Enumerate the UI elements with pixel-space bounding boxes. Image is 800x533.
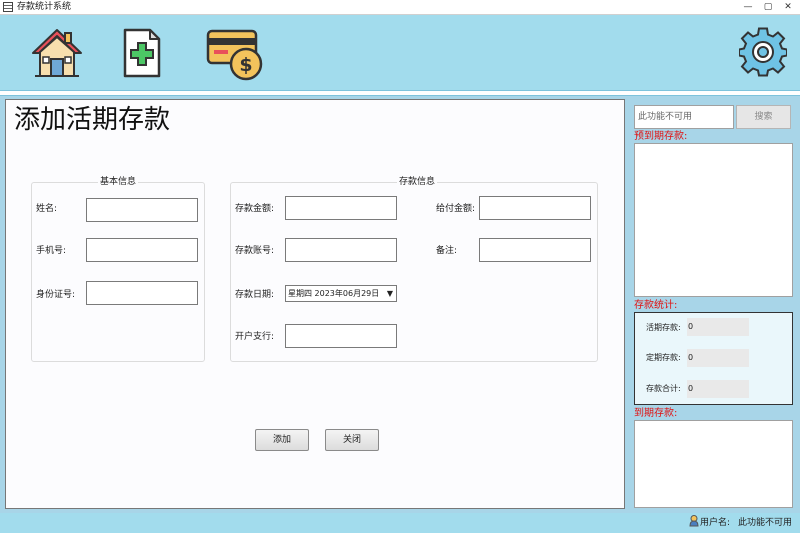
stats-panel: 活期存款: 0 定期存款: 0 存款合计: 0 — [634, 312, 793, 405]
gear-icon[interactable] — [738, 26, 788, 81]
branch-label: 开户支行: — [235, 332, 275, 342]
close-window-button[interactable]: ✕ — [778, 0, 798, 14]
add-document-icon[interactable] — [122, 27, 162, 82]
due-list[interactable] — [634, 420, 793, 508]
home-icon[interactable] — [31, 27, 83, 82]
deposit-date-label: 存款日期: — [235, 290, 275, 300]
status-bar: 用户名: 此功能不可用 — [0, 513, 800, 533]
fixed-deposit-value: 0 — [687, 349, 749, 367]
fixed-deposit-label: 定期存款: — [646, 353, 681, 362]
current-deposit-label: 活期存款: — [646, 323, 681, 332]
deposit-amount-field[interactable] — [285, 196, 397, 220]
due-soon-heading: 预到期存款: — [634, 131, 688, 142]
deposit-info-title: 存款信息 — [397, 176, 438, 188]
basic-info-title: 基本信息 — [98, 176, 139, 188]
id-number-field[interactable] — [86, 281, 198, 305]
total-deposit-value: 0 — [687, 380, 749, 398]
due-heading: 到期存款: — [634, 408, 678, 419]
deposit-account-field[interactable] — [285, 238, 397, 262]
id-number-label: 身份证号: — [36, 290, 76, 300]
pay-amount-label: 给付金额: — [436, 204, 476, 214]
total-deposit-label: 存款合计: — [646, 384, 681, 393]
minimize-button[interactable]: — — [738, 0, 758, 14]
deposit-amount-label: 存款金额: — [235, 204, 275, 214]
add-button[interactable]: 添加 — [255, 429, 309, 451]
username-value: 此功能不可用 — [738, 518, 793, 528]
app-icon — [3, 2, 13, 12]
close-button[interactable]: 关闭 — [325, 429, 379, 451]
note-field[interactable] — [479, 238, 591, 262]
deposit-date-value: 星期四 2023年06月29日 — [288, 289, 380, 298]
search-input[interactable]: 此功能不可用 — [634, 105, 734, 129]
credit-card-dollar-icon[interactable]: $ — [206, 27, 266, 84]
title-bar: 存款统计系统 — ▢ ✕ — [0, 0, 800, 15]
form-panel: 添加活期存款 基本信息 姓名: 手机号: 身份证号: 存款信息 存款金额: 给付… — [5, 99, 625, 509]
pay-amount-field[interactable] — [479, 196, 591, 220]
toolbar-separator — [0, 90, 800, 96]
svg-text:$: $ — [239, 54, 252, 76]
note-label: 备注: — [436, 246, 458, 256]
maximize-button[interactable]: ▢ — [758, 0, 778, 14]
name-label: 姓名: — [36, 204, 58, 214]
phone-field[interactable] — [86, 238, 198, 262]
due-soon-list[interactable] — [634, 143, 793, 297]
name-field[interactable] — [86, 198, 198, 222]
dropdown-arrow-icon[interactable]: ▼ — [387, 286, 393, 301]
user-icon — [689, 515, 699, 530]
phone-label: 手机号: — [36, 246, 67, 256]
deposit-date-picker[interactable]: 星期四 2023年06月29日 ▼ — [285, 285, 397, 302]
page-title: 添加活期存款 — [14, 105, 171, 135]
search-button[interactable]: 搜索 — [736, 105, 791, 129]
stats-heading: 存款统计: — [634, 300, 678, 311]
deposit-account-label: 存款账号: — [235, 246, 275, 256]
window-title: 存款统计系统 — [17, 2, 72, 12]
current-deposit-value: 0 — [687, 318, 749, 336]
toolbar: $ — [0, 15, 800, 90]
branch-field[interactable] — [285, 324, 397, 348]
username-label: 用户名: — [700, 518, 731, 528]
